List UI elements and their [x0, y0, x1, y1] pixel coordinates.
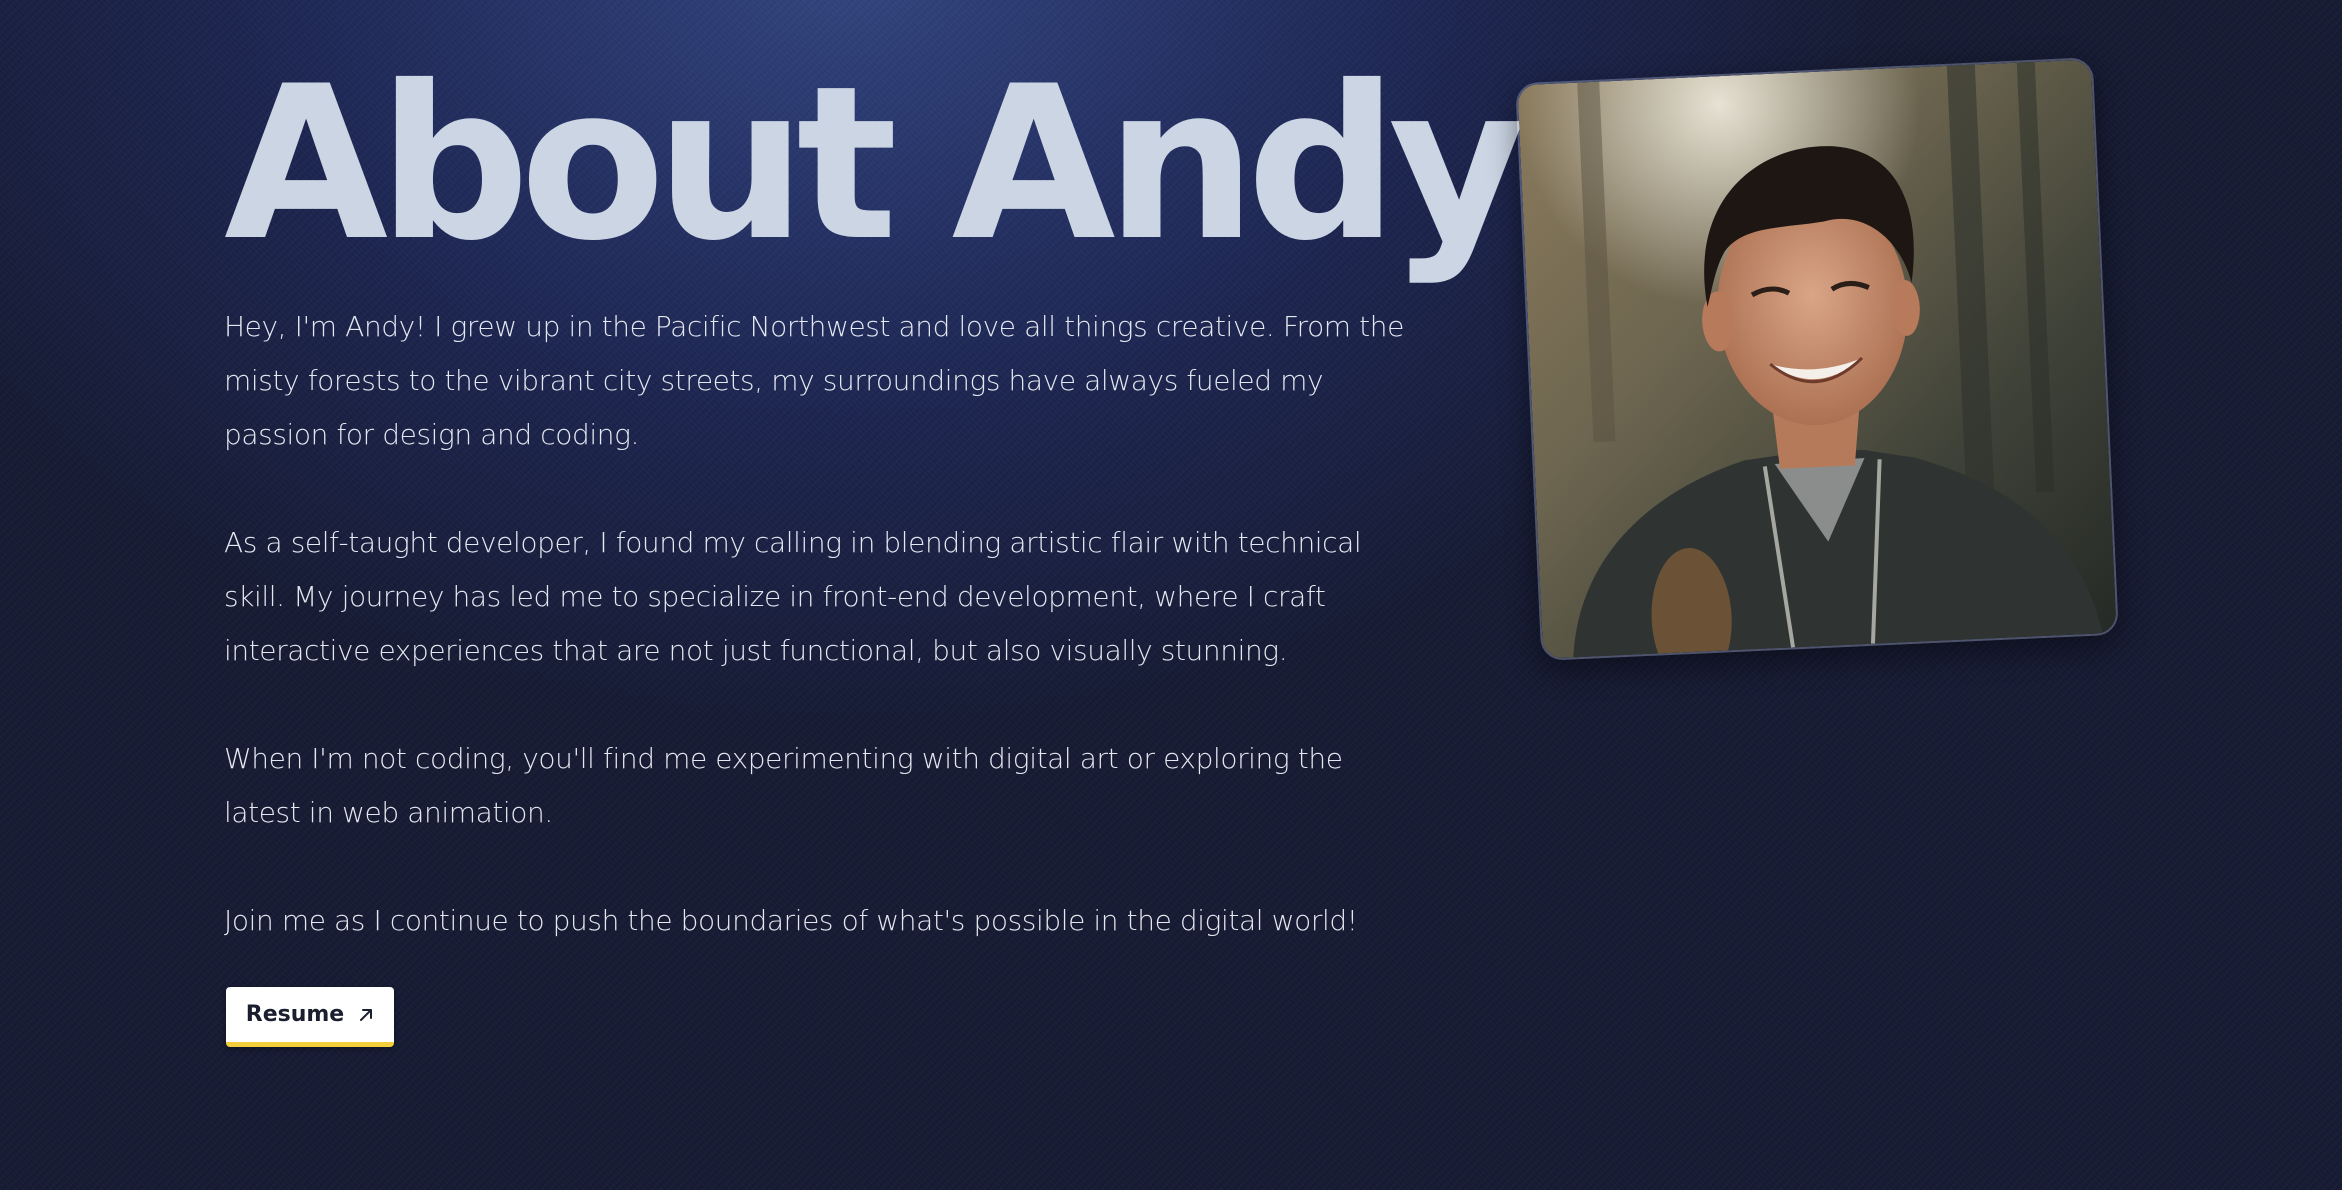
- bio-text: Hey, I'm Andy! I grew up in the Pacific …: [224, 300, 1404, 948]
- bio-paragraph: Join me as I continue to push the bounda…: [224, 904, 1358, 937]
- bio-paragraph: When I'm not coding, you'll find me expe…: [224, 742, 1343, 829]
- resume-button-label: Resume: [245, 1002, 345, 1027]
- bio-paragraph: Hey, I'm Andy! I grew up in the Pacific …: [224, 310, 1404, 451]
- bio-paragraph: As a self-taught developer, I found my c…: [224, 526, 1362, 667]
- arrow-up-right-icon: [358, 1007, 374, 1023]
- portrait-photo: [1517, 59, 2117, 659]
- page-title: About Andy: [224, 40, 1526, 287]
- resume-button[interactable]: Resume: [226, 987, 394, 1047]
- profile-photo: [1515, 57, 2119, 661]
